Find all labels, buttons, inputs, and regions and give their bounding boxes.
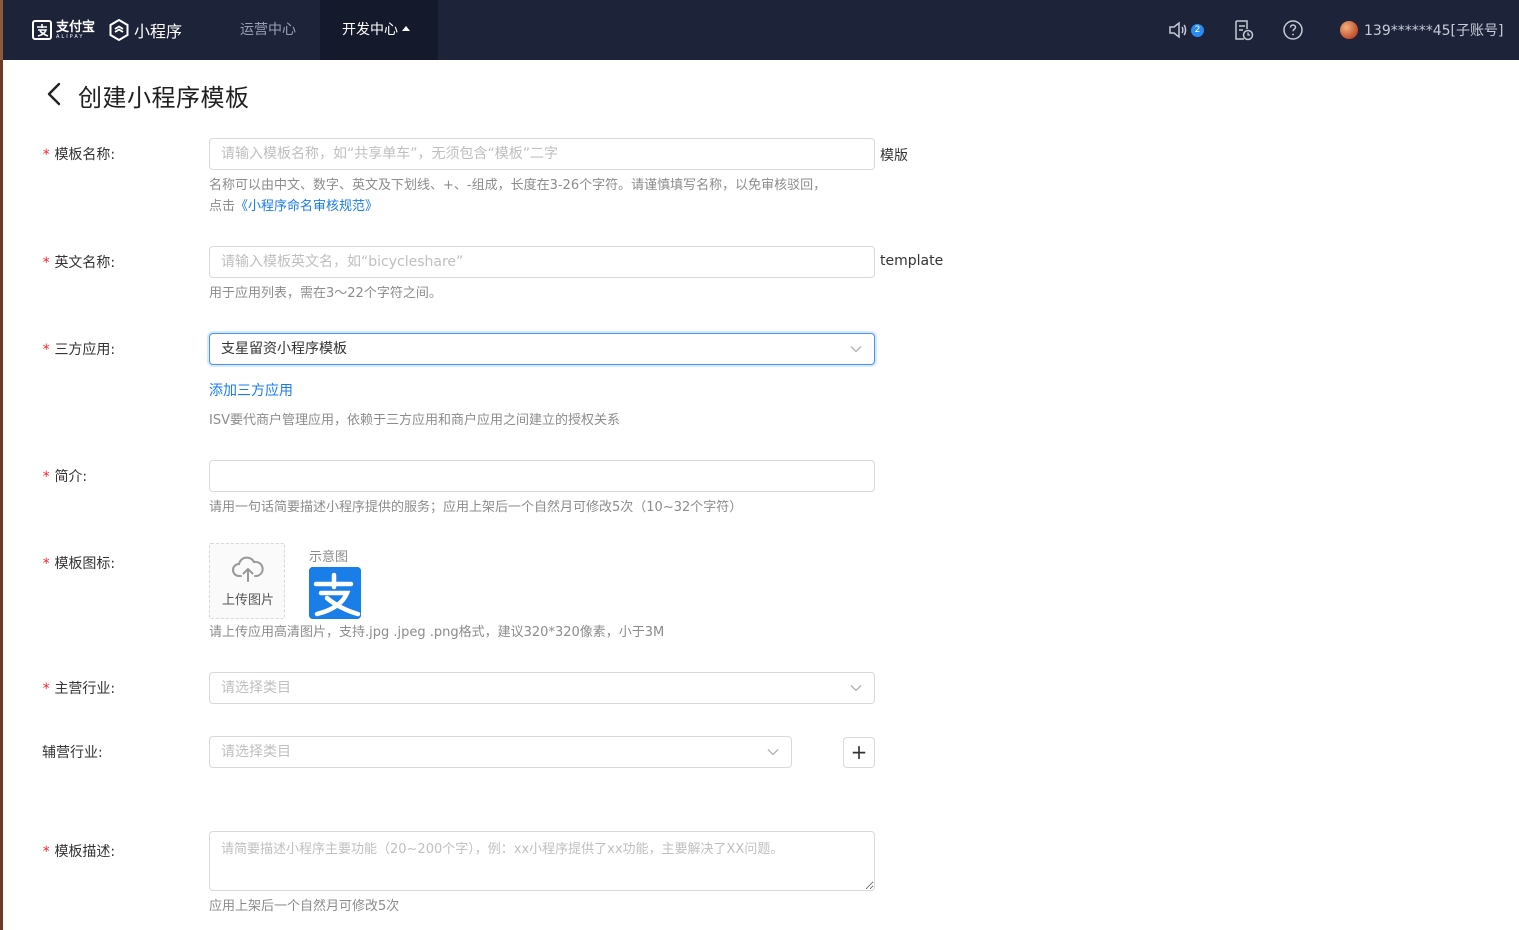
window-edge-left (0, 60, 3, 930)
third-party-app-select[interactable]: 支星留资小程序模板 (209, 333, 875, 365)
add-secondary-industry-button[interactable]: + (843, 737, 875, 768)
required-mark: * (42, 844, 51, 860)
template-description-help: 应用上架后一个自然月可修改5次 (209, 899, 400, 914)
back-arrow-icon[interactable] (44, 82, 66, 106)
brand-cn: 支付宝 (56, 19, 96, 35)
add-third-party-app-link[interactable]: 添加三方应用 (209, 380, 293, 400)
template-name-label: * 模板名称: (42, 144, 115, 164)
third-party-app-help: ISV要代商户管理应用，依赖于三方应用和商户应用之间建立的授权关系 (209, 413, 620, 428)
third-party-app-label-text: 三方应用: (54, 342, 116, 358)
secondary-industry-label: 辅营行业: (42, 745, 103, 761)
template-description-textarea[interactable] (209, 831, 875, 891)
upload-image-button[interactable]: 上传图片 (209, 543, 285, 619)
top-navigation-bar: 支付宝 ALIPAY 小程序 运营中心 开发中心 2 139******45[子… (0, 0, 1519, 60)
avatar (1340, 21, 1358, 39)
main-industry-label: * 主营行业: (42, 678, 115, 698)
user-account-menu[interactable]: 139******45[子账号] (1340, 20, 1503, 40)
miniprogram-logo-icon (109, 19, 129, 41)
nav-development-label: 开发中心 (342, 22, 398, 38)
required-mark: * (42, 556, 51, 572)
product-name: 小程序 (134, 22, 183, 41)
required-mark: * (42, 255, 51, 271)
english-name-suffix: template (880, 253, 944, 269)
chevron-down-icon (850, 685, 862, 692)
english-name-label-text: 英文名称: (54, 255, 116, 271)
required-mark: * (42, 342, 51, 358)
main-industry-placeholder: 请选择类目 (221, 680, 291, 696)
cloud-upload-icon (232, 556, 264, 582)
intro-input[interactable] (209, 460, 875, 492)
volume-icon[interactable] (1167, 19, 1189, 41)
help-prefix: 点击 (209, 199, 236, 214)
third-party-app-label: * 三方应用: (42, 339, 115, 359)
template-description-label-text: 模板描述: (54, 844, 116, 860)
secondary-industry-select[interactable]: 请选择类目 (209, 736, 792, 768)
plus-icon: + (850, 740, 868, 764)
chevron-down-icon (767, 749, 779, 756)
required-mark: * (42, 681, 51, 697)
secondary-industry-placeholder: 请选择类目 (221, 744, 291, 760)
template-name-help: 名称可以由中文、数字、英文及下划线、+、-组成，长度在3-26个字符。请谨慎填写… (209, 175, 826, 217)
english-name-help: 用于应用列表，需在3～22个字符之间。 (209, 286, 442, 301)
window-edge (0, 0, 3, 60)
english-name-label: * 英文名称: (42, 252, 115, 272)
nav-operations-center[interactable]: 运营中心 (218, 0, 318, 60)
alipay-wordmark: 支付宝 ALIPAY (56, 21, 95, 40)
notification-badge: 2 (1191, 24, 1204, 37)
upload-image-label: 上传图片 (221, 593, 274, 608)
template-icon-help: 请上传应用高清图片，支持.jpg .jpeg .png格式，建议320*320像… (209, 625, 665, 640)
main-industry-select[interactable]: 请选择类目 (209, 672, 875, 704)
chevron-down-icon (850, 346, 862, 353)
alipay-sample-icon (309, 567, 361, 619)
template-name-input[interactable] (209, 138, 875, 170)
brand-en: ALIPAY (56, 33, 85, 40)
template-icon-label: * 模板图标: (42, 553, 115, 573)
help-circle-icon[interactable] (1282, 19, 1304, 41)
required-mark: * (42, 147, 51, 163)
intro-label: * 简介: (42, 466, 87, 486)
third-party-app-value: 支星留资小程序模板 (221, 341, 347, 357)
template-icon-label-text: 模板图标: (54, 556, 116, 572)
intro-label-text: 简介: (54, 469, 88, 485)
naming-rules-link[interactable]: 《小程序命名审核规范》 (235, 199, 378, 214)
required-mark: * (42, 469, 51, 485)
alipay-logo-icon (32, 20, 52, 40)
sample-image-label: 示意图 (309, 550, 349, 565)
template-name-help-line2: 点击《小程序命名审核规范》 (209, 196, 826, 217)
page-title: 创建小程序模板 (78, 84, 250, 112)
main-industry-label-text: 主营行业: (54, 681, 116, 697)
brand-logo[interactable]: 支付宝 ALIPAY 小程序 (32, 19, 182, 41)
english-name-input[interactable] (209, 246, 875, 278)
nav-development-center[interactable]: 开发中心 (320, 0, 438, 60)
user-name: 139******45[子账号] (1364, 23, 1504, 39)
template-name-help-line1: 名称可以由中文、数字、英文及下划线、+、-组成，长度在3-26个字符。请谨慎填写… (209, 178, 827, 193)
template-description-label: * 模板描述: (42, 841, 115, 861)
caret-up-icon (402, 25, 410, 31)
intro-help: 请用一句话简要描述小程序提供的服务；应用上架后一个自然月可修改5次（10~32个… (209, 500, 743, 515)
document-clock-icon[interactable] (1232, 19, 1254, 41)
template-name-suffix: 模版 (880, 148, 908, 164)
template-name-label-text: 模板名称: (54, 147, 116, 163)
